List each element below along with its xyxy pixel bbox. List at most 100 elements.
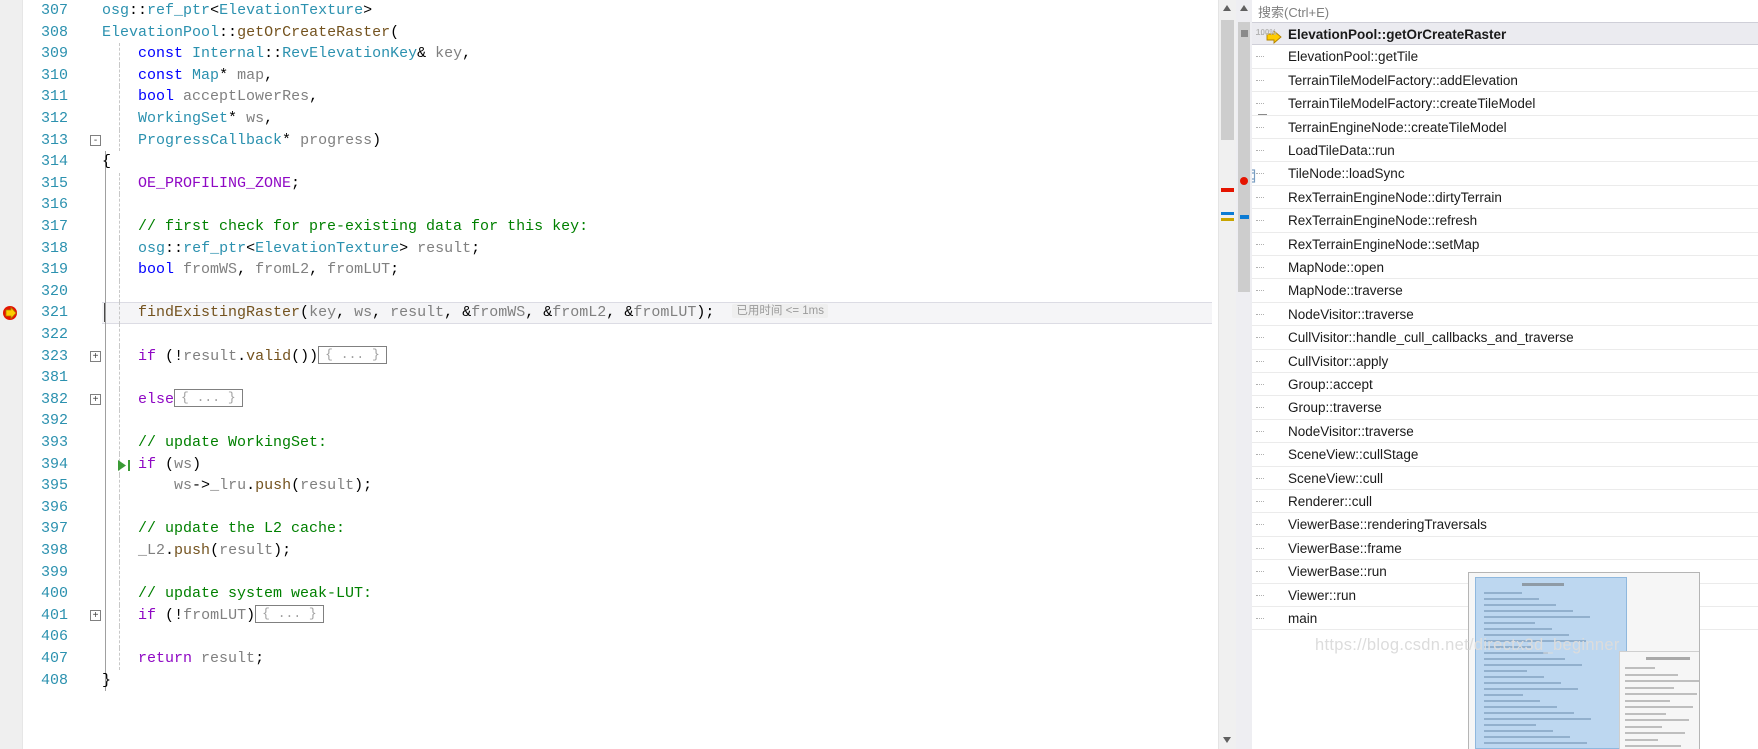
- code-line[interactable]: 381: [22, 367, 1218, 389]
- code-line[interactable]: 322: [22, 324, 1218, 346]
- line-number: 316: [40, 196, 68, 214]
- collapsed-block[interactable]: { ... }: [174, 388, 243, 407]
- code-line[interactable]: 313 - ProgressCallback* progress): [22, 129, 1218, 152]
- code-line[interactable]: 316: [22, 194, 1218, 216]
- code-line[interactable]: 401 + if (!fromLUT){ ... }: [22, 604, 1218, 627]
- scrollbar-thumb[interactable]: [1221, 20, 1234, 140]
- code-line[interactable]: 315 OE_PROFILING_ZONE;: [22, 172, 1218, 195]
- collapsed-block[interactable]: { ... }: [255, 604, 324, 623]
- code-line[interactable]: 318 osg::ref_ptr<ElevationTexture> resul…: [22, 237, 1218, 260]
- callstack-frame[interactable]: ElevationPool::getTile: [1252, 45, 1758, 69]
- callstack-frame[interactable]: LoadTileData::run: [1252, 139, 1758, 163]
- code-text: {: [102, 153, 112, 171]
- code-line[interactable]: 314 {: [22, 151, 1218, 173]
- code-line[interactable]: 393 // update WorkingSet:: [22, 432, 1218, 454]
- indent-guide: [119, 194, 120, 216]
- collapsed-block[interactable]: { ... }: [318, 345, 387, 364]
- tree-connector: [1256, 267, 1264, 268]
- callstack-frame[interactable]: RexTerrainEngineNode::setMap: [1252, 233, 1758, 256]
- code-text: const Internal::RevElevationKey& key,: [138, 45, 472, 63]
- thumbnail-text-line: [1625, 680, 1699, 682]
- callstack-frame[interactable]: Renderer::cull: [1252, 490, 1758, 514]
- callstack-frame[interactable]: NodeVisitor::traverse: [1252, 303, 1758, 327]
- callstack-frame[interactable]: MapNode::open: [1252, 256, 1758, 280]
- callstack-frame[interactable]: CullVisitor::handle_cull_callbacks_and_t…: [1252, 326, 1758, 350]
- scroll-down-button[interactable]: [1219, 732, 1236, 749]
- callstack-frame[interactable]: 100% ElevationPool::getOrCreateRaster: [1252, 22, 1758, 46]
- code-line[interactable]: 399: [22, 561, 1218, 584]
- code-line[interactable]: 307 osg::ref_ptr<ElevationTexture>: [22, 0, 1218, 22]
- code-line[interactable]: 321 findExistingRaster(key, ws, result, …: [22, 302, 1218, 324]
- code-line[interactable]: 319 bool fromWS, fromL2, fromLUT;: [22, 259, 1218, 281]
- callstack-frame[interactable]: ViewerBase::renderingTraversals: [1252, 513, 1758, 537]
- code-line[interactable]: 400 // update system weak-LUT:: [22, 583, 1218, 605]
- tree-connector: [1256, 501, 1264, 502]
- callstack-frame[interactable]: CullVisitor::apply: [1252, 350, 1758, 373]
- callstack-frame[interactable]: TerrainTileModelFactory::addElevation: [1252, 69, 1758, 93]
- breakpoint-gutter[interactable]: [0, 0, 23, 749]
- thumbnail-text-line: [1625, 667, 1655, 669]
- panel-scrollbar-gutter[interactable]: [1236, 0, 1252, 749]
- code-line[interactable]: 396: [22, 496, 1218, 519]
- callstack-frame[interactable]: TileNode::loadSync: [1252, 162, 1758, 186]
- line-number: 308: [40, 23, 68, 41]
- code-line[interactable]: 317 // first check for pre-existing data…: [22, 216, 1218, 238]
- line-number: 313: [40, 131, 68, 149]
- code-line[interactable]: 406: [22, 626, 1218, 648]
- callstack-frame[interactable]: Group::traverse: [1252, 396, 1758, 420]
- callstack-search-box[interactable]: 搜索(Ctrl+E): [1252, 0, 1758, 23]
- code-lines-container[interactable]: 307 osg::ref_ptr<ElevationTexture> 308 Elev…: [22, 0, 1218, 749]
- scroll-up-button[interactable]: [1219, 0, 1236, 17]
- tree-connector: [1256, 79, 1264, 81]
- callstack-frame-label: RexTerrainEngineNode::dirtyTerrain: [1288, 189, 1502, 205]
- code-line[interactable]: 395 ws->_lru.push(result);: [22, 475, 1218, 497]
- scroll-marker-changed: [1221, 218, 1234, 221]
- callstack-frame[interactable]: TerrainTileModelFactory::createTileModel: [1252, 92, 1758, 116]
- line-number: 407: [40, 650, 68, 667]
- editor-vertical-scrollbar[interactable]: [1218, 0, 1236, 749]
- callstack-frame[interactable]: RexTerrainEngineNode::dirtyTerrain: [1252, 186, 1758, 210]
- code-line[interactable]: 320: [22, 280, 1218, 303]
- fold-expand-icon[interactable]: +: [90, 609, 101, 621]
- callstack-frame-label: Viewer::run: [1288, 587, 1357, 603]
- callstack-frame[interactable]: RexTerrainEngineNode::refresh: [1252, 209, 1758, 233]
- code-line[interactable]: 392: [22, 410, 1218, 432]
- code-line[interactable]: 308 ElevationPool::getOrCreateRaster(: [22, 22, 1218, 44]
- code-line[interactable]: 394 if (ws): [22, 453, 1218, 476]
- thumbnail-text-line: [1484, 616, 1590, 618]
- indent-guide: [119, 410, 120, 432]
- callstack-frame-label: Group::accept: [1288, 377, 1373, 392]
- callstack-frame[interactable]: ViewerBase::frame: [1252, 537, 1758, 561]
- code-line[interactable]: 382 + else{ ... }: [22, 388, 1218, 411]
- callstack-frame[interactable]: MapNode::traverse: [1252, 279, 1758, 303]
- code-text: else{ ... }: [102, 388, 243, 411]
- fold-collapse-icon[interactable]: -: [90, 134, 101, 146]
- code-line[interactable]: 312 WorkingSet* ws,: [22, 108, 1218, 130]
- callstack-frame[interactable]: NodeVisitor::traverse: [1252, 420, 1758, 444]
- code-line[interactable]: 309 const Internal::RevElevationKey& key…: [22, 43, 1218, 65]
- thumbnail-text-line: [1625, 673, 1678, 676]
- callstack-frame[interactable]: TerrainEngineNode::createTileModel: [1252, 116, 1758, 139]
- code-line[interactable]: 310 const Map* map,: [22, 64, 1218, 87]
- code-line[interactable]: 323 + if (!result.valid()){ ... }: [22, 345, 1218, 368]
- fold-expand-icon[interactable]: +: [90, 393, 101, 405]
- callstack-frame[interactable]: SceneView::cullStage: [1252, 443, 1758, 467]
- code-editor[interactable]: 307 osg::ref_ptr<ElevationTexture> 308 Elev…: [0, 0, 1218, 749]
- breakpoint-current-statement-icon[interactable]: [2, 304, 20, 322]
- code-text: WorkingSet* ws,: [138, 110, 274, 127]
- callstack-frame[interactable]: Group::accept: [1252, 373, 1758, 397]
- callstack-frame[interactable]: SceneView::cull: [1252, 467, 1758, 490]
- code-text: if (!fromLUT){ ... }: [102, 604, 324, 627]
- callstack-frame-label: SceneView::cull: [1288, 470, 1384, 486]
- code-line[interactable]: 398 _L2.push(result);: [22, 540, 1218, 562]
- panel-scroll-up-button[interactable]: [1236, 0, 1252, 16]
- code-line[interactable]: 311 bool acceptLowerRes,: [22, 86, 1218, 108]
- code-line[interactable]: 397 // update the L2 cache:: [22, 518, 1218, 540]
- panel-scrollbar-thumb[interactable]: [1238, 22, 1250, 292]
- line-number: 381: [40, 369, 68, 387]
- code-line[interactable]: 408}: [22, 669, 1218, 692]
- thumbnail-text-line: [1625, 732, 1685, 734]
- indent-guide: [119, 367, 120, 389]
- code-line[interactable]: 407 return result;: [22, 648, 1218, 670]
- fold-expand-icon[interactable]: +: [90, 350, 101, 362]
